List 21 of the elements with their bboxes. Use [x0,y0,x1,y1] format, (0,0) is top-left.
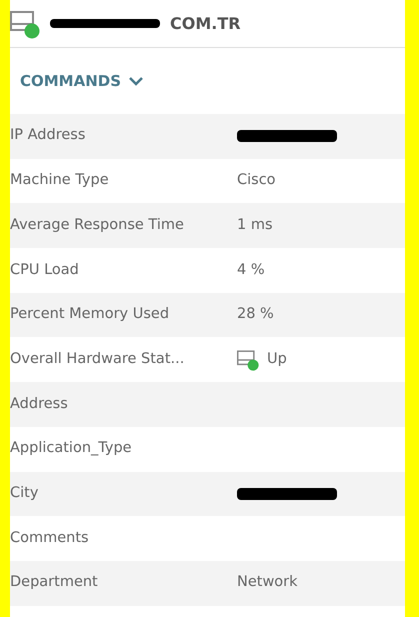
node-status-icon [237,348,259,371]
property-label: City [10,484,40,503]
property-label: Average Response Time [10,216,185,235]
property-value: Cisco [237,171,276,190]
property-label: IP Address [10,126,86,146]
device-title: COM.TR [170,12,241,34]
node-status-icon [10,8,40,38]
property-value: Up [267,350,287,369]
property-value: 4 % [237,260,265,280]
commands-dropdown[interactable]: COMMANDS [20,70,144,92]
property-value: Network [237,573,298,592]
property-label: CPU Load [10,260,80,280]
property-value: 1 ms [237,216,273,235]
property-label: Application_Type [10,439,133,458]
property-label: Comments [10,528,90,548]
property-label: Percent Memory Used [10,305,170,324]
property-label: Machine Type [10,171,110,190]
property-label: Address [10,394,69,414]
property-value: 28 % [237,305,274,324]
property-label: Overall Hardware Stat... [10,350,186,369]
property-label: Department [10,573,99,592]
